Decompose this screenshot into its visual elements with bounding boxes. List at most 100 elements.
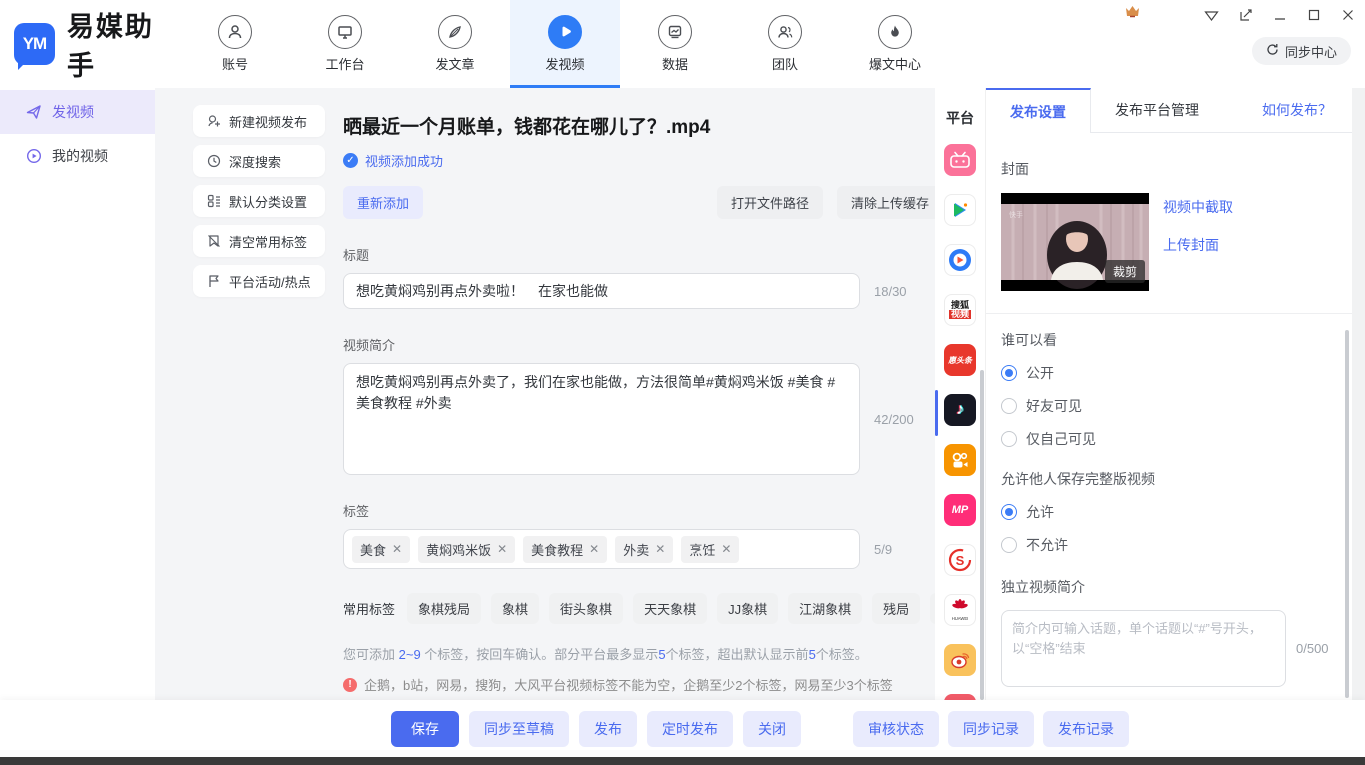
sync-records-button[interactable]: 同步记录 (948, 711, 1034, 747)
nav-label: 发文章 (435, 54, 474, 73)
platform-icon-bilibili[interactable] (944, 144, 976, 176)
common-tag-chip[interactable]: JJ象棋 (717, 593, 778, 624)
action-button-label: 平台活动/热点 (229, 272, 311, 291)
nav-label: 团队 (772, 54, 798, 73)
visibility-option-friends[interactable]: 好友可见 (1001, 396, 1337, 416)
sidebar-item-publish-video[interactable]: 发视频 (0, 90, 155, 134)
platform-icon-huitoutiao[interactable]: 惠头条 (944, 344, 976, 376)
nav-item-publish-video[interactable]: 发视频 (510, 0, 620, 88)
clear-upload-cache-button[interactable]: 清除上传缓存 (837, 186, 943, 219)
readd-video-button[interactable]: 重新添加 (343, 186, 423, 219)
visibility-option-private[interactable]: 仅自己可见 (1001, 429, 1337, 449)
publish-button[interactable]: 发布 (579, 711, 637, 747)
feedback-edit-icon[interactable] (1239, 8, 1253, 22)
platform-icon-huawei[interactable]: HUAWEI (944, 594, 976, 626)
platform-icon-tencent-video[interactable] (944, 194, 976, 226)
top-nav: 账号 工作台 发文章 发视频 (180, 0, 950, 88)
tags-input[interactable]: 美食 ✕ 黄焖鸡米饭✕ 美食教程✕ 外卖✕ 烹饪✕ (343, 529, 860, 569)
tab-publish-settings[interactable]: 发布设置 (986, 88, 1091, 133)
platform-icon-haokan-video[interactable] (944, 244, 976, 276)
app-logo-icon: YM (14, 23, 55, 65)
nav-item-publish-article[interactable]: 发文章 (400, 0, 510, 88)
clear-common-tags-button[interactable]: 清空常用标签 (193, 225, 325, 257)
platform-icon-sohu-video[interactable]: 搜狐视频 (944, 294, 976, 326)
radio-selected-icon[interactable] (1001, 504, 1017, 520)
exclamation-icon: ! (343, 678, 357, 692)
remove-tag-icon[interactable]: ✕ (392, 542, 402, 556)
review-status-button[interactable]: 审核状态 (853, 711, 939, 747)
sync-center-button[interactable]: 同步中心 (1252, 37, 1351, 65)
sidebar-item-my-videos[interactable]: 我的视频 (0, 134, 155, 178)
new-video-publish-button[interactable]: 新建视频发布 (193, 105, 325, 137)
remove-tag-icon[interactable]: ✕ (655, 542, 665, 556)
default-category-button[interactable]: 默认分类设置 (193, 185, 325, 217)
nav-item-hot-center[interactable]: 爆文中心 (840, 0, 950, 88)
promo-crown-icon[interactable] (1125, 5, 1140, 21)
platform-activity-button[interactable]: 平台活动/热点 (193, 265, 325, 297)
how-to-publish-link[interactable]: 如何发布？ (1262, 88, 1352, 132)
radio-label: 不允许 (1026, 535, 1068, 555)
common-tag-chip[interactable]: 江湖象棋 (788, 593, 862, 624)
nav-item-account[interactable]: 账号 (180, 0, 290, 88)
platform-icon-douyin[interactable]: ♪ (944, 394, 976, 426)
common-tag-chip[interactable]: 天天象棋 (633, 593, 707, 624)
title-input[interactable] (343, 273, 860, 309)
deep-search-button[interactable]: 深度搜索 (193, 145, 325, 177)
maximize-icon[interactable] (1307, 8, 1321, 22)
nav-item-data[interactable]: 数据 (620, 0, 730, 88)
remove-tag-icon[interactable]: ✕ (497, 542, 507, 556)
send-plane-icon (26, 104, 42, 120)
common-tag-chip[interactable]: 街头象棋 (549, 593, 623, 624)
upload-cover-link[interactable]: 上传封面 (1163, 235, 1233, 255)
publish-panel-scrollbar[interactable] (1345, 330, 1349, 698)
remove-tag-icon[interactable]: ✕ (721, 542, 731, 556)
common-tag-chip[interactable]: 残局 (872, 593, 920, 624)
save-button[interactable]: 保存 (391, 711, 459, 747)
tag-chip[interactable]: 烹饪✕ (681, 536, 739, 563)
action-panel: 新建视频发布 深度搜索 默认分类设置 清空常用标签 平台活动/热点 (193, 105, 325, 297)
desc-textarea[interactable]: 想吃黄焖鸡别再点外卖了，我们在家也能做，方法很简单#黄焖鸡米饭 #美食 #美食教… (343, 363, 860, 475)
dropdown-arrow-icon[interactable] (1204, 9, 1219, 22)
schedule-publish-button[interactable]: 定时发布 (647, 711, 733, 747)
cover-label: 封面 (1001, 159, 1337, 179)
platform-icon-sogou[interactable]: S (944, 544, 976, 576)
capture-from-video-link[interactable]: 视频中截取 (1163, 197, 1233, 217)
cover-thumbnail[interactable]: 快手 裁剪 (1001, 193, 1149, 291)
radio-icon[interactable] (1001, 431, 1017, 447)
radio-selected-icon[interactable] (1001, 365, 1017, 381)
allow-save-option-allow[interactable]: 允许 (1001, 502, 1337, 522)
platform-rail-scrollbar[interactable] (980, 370, 984, 700)
remove-tag-icon[interactable]: ✕ (589, 542, 599, 556)
platform-icon-weibo[interactable] (944, 644, 976, 676)
tag-chip[interactable]: 美食教程✕ (523, 536, 607, 563)
independent-desc-textarea[interactable] (1001, 610, 1286, 687)
hint-text: 您可添加 (343, 647, 399, 662)
sync-draft-button[interactable]: 同步至草稿 (469, 711, 569, 747)
nav-item-team[interactable]: 团队 (730, 0, 840, 88)
sohu-logo-text: 搜狐视频 (949, 301, 971, 319)
platform-icon-kuaishou[interactable] (944, 444, 976, 476)
publish-records-button[interactable]: 发布记录 (1043, 711, 1129, 747)
tag-chip[interactable]: 黄焖鸡米饭✕ (418, 536, 515, 563)
hint-text: 个标签。 (816, 647, 868, 662)
nav-item-workbench[interactable]: 工作台 (290, 0, 400, 88)
open-file-path-button[interactable]: 打开文件路径 (717, 186, 823, 219)
crop-button[interactable]: 裁剪 (1105, 260, 1145, 283)
footer-buttons: 保存 同步至草稿 发布 定时发布 关闭 审核状态 同步记录 发布记录 (155, 711, 1365, 747)
publish-panel-body: 封面 (986, 159, 1352, 765)
tag-chip[interactable]: 美食 ✕ (352, 536, 410, 563)
close-button[interactable]: 关闭 (743, 711, 801, 747)
close-icon[interactable] (1341, 8, 1355, 22)
radio-icon[interactable] (1001, 398, 1017, 414)
platform-icon-meipai[interactable]: MP (944, 494, 976, 526)
tab-platform-management[interactable]: 发布平台管理 (1091, 88, 1223, 132)
common-tag-chip[interactable]: 象棋残局 (407, 593, 481, 624)
common-tag-chip[interactable]: 象棋 (491, 593, 539, 624)
tag-label: 美食 (360, 540, 386, 559)
file-actions-row: 重新添加 打开文件路径 清除上传缓存 (343, 186, 943, 219)
allow-save-option-deny[interactable]: 不允许 (1001, 535, 1337, 555)
visibility-option-public[interactable]: 公开 (1001, 363, 1337, 383)
radio-icon[interactable] (1001, 537, 1017, 553)
minimize-icon[interactable] (1273, 8, 1287, 22)
tag-chip[interactable]: 外卖✕ (615, 536, 673, 563)
